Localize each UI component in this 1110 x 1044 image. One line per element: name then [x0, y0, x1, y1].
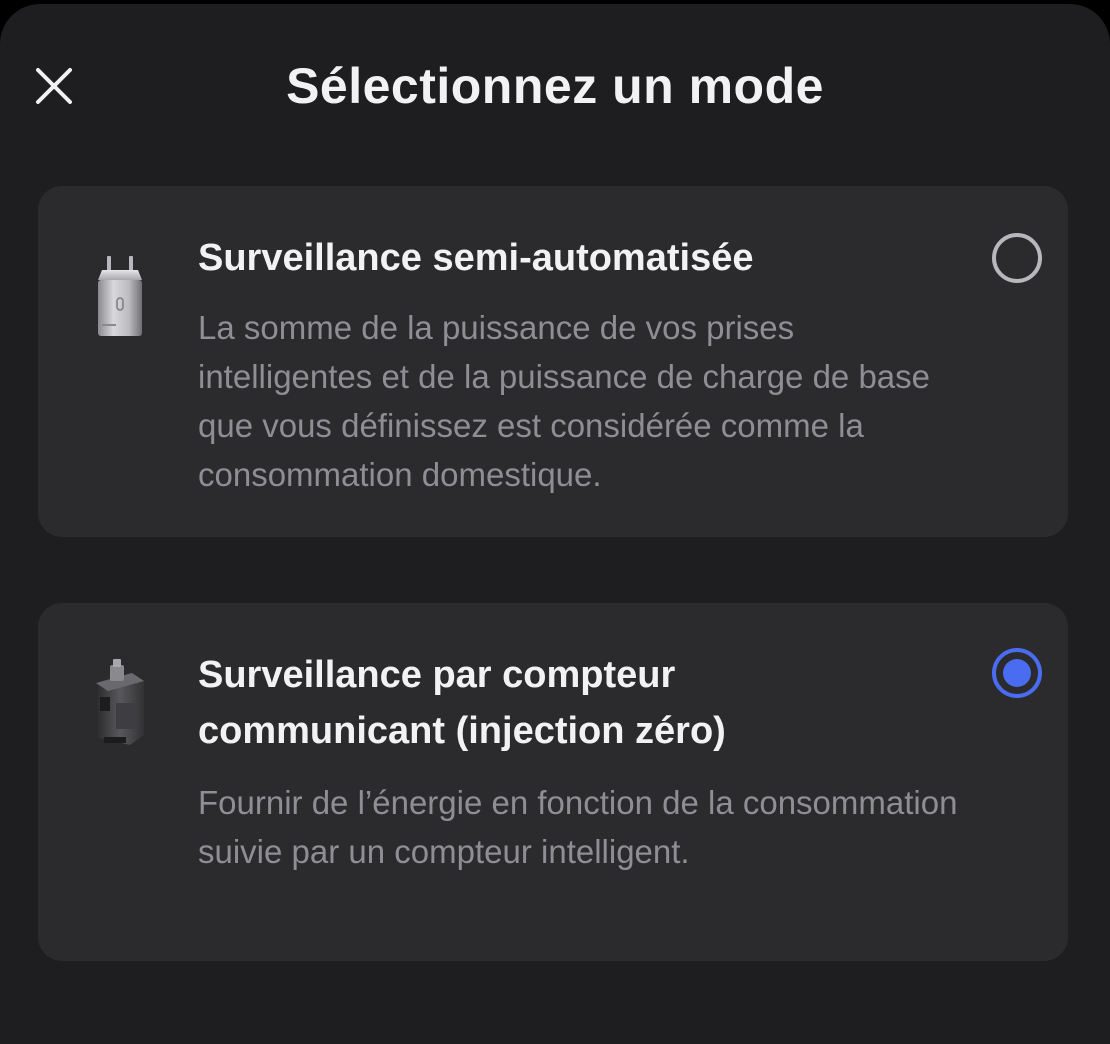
smart-meter-icon	[80, 653, 160, 753]
option-title: Surveillance par compteur communicant (i…	[198, 654, 726, 752]
mode-option-smart-meter[interactable]: Surveillance par compteur communicant (i…	[38, 603, 1068, 961]
mode-selection-sheet: Sélectionnez un mode Surveillance semi-a…	[0, 4, 1110, 1044]
mode-option-semi-automated[interactable]: Surveillance semi-automatisée La somme d…	[38, 186, 1068, 537]
page-title: Sélectionnez un mode	[286, 58, 824, 114]
option-title: Surveillance semi-automatisée	[198, 237, 754, 279]
radio-button-selected[interactable]	[992, 648, 1042, 698]
smart-plug-icon	[80, 244, 160, 344]
radio-button-unselected[interactable]	[992, 233, 1042, 283]
option-description: Fournir de l’énergie en fonction de la c…	[198, 784, 958, 870]
option-description: La somme de la puissance de vos prises i…	[198, 309, 931, 493]
